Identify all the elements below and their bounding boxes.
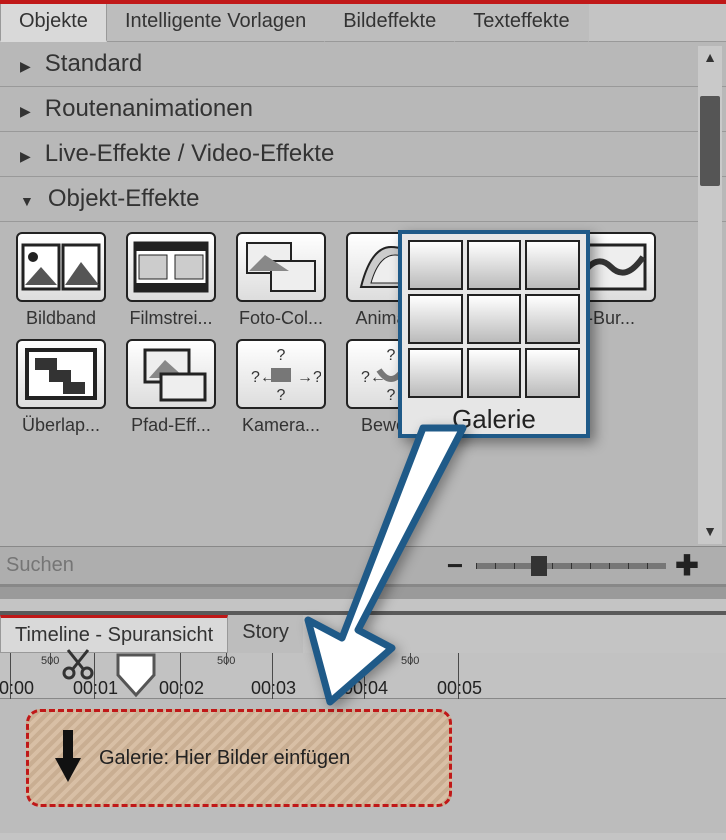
tab-objects[interactable]: Objekte (0, 4, 107, 42)
category-label: Routenanimationen (45, 95, 253, 123)
thumb-icon (16, 339, 106, 409)
tab-templates[interactable]: Intelligente Vorlagen (107, 4, 325, 42)
scroll-down-icon[interactable]: ▼ (698, 520, 722, 544)
svg-text:→?: →? (297, 369, 321, 386)
effect-pfad[interactable]: Pfad-Eff... (124, 339, 218, 436)
svg-text:?: ? (387, 387, 396, 404)
tabbar-spacer (589, 4, 726, 42)
category-label: Standard (45, 50, 142, 78)
effect-filmstreifen[interactable]: Filmstrei... (124, 232, 218, 329)
toolbox-tabbar: Objekte Intelligente Vorlagen Bildeffekt… (0, 0, 726, 42)
ruler-tick-minor: 500 (226, 653, 227, 665)
gallery-callout: Galerie (398, 230, 590, 438)
ruler-tick: 00:02 (180, 653, 181, 699)
dropzone-label: Galerie: Hier Bilder einfügen (99, 747, 350, 770)
thumb-icon (236, 232, 326, 302)
category-standard[interactable]: Standard (0, 42, 726, 87)
effect-label: Foto-Col... (234, 308, 328, 329)
ruler-tick: 00:00 (10, 653, 11, 699)
effects-grid: Bildband Filmstrei... Foto-Col... Animat… (0, 222, 726, 442)
svg-text:?: ? (387, 347, 396, 364)
effect-label: Überlap... (14, 415, 108, 436)
effect-label: Pfad-Eff... (124, 415, 218, 436)
effect-label: Filmstrei... (124, 308, 218, 329)
tab-image-effects[interactable]: Bildeffekte (325, 4, 455, 42)
category-live[interactable]: Live-Effekte / Video-Effekte (0, 132, 726, 177)
category-route[interactable]: Routenanimationen (0, 87, 726, 132)
svg-text:?: ? (277, 347, 286, 364)
ruler-tick: 00:03 (272, 653, 273, 699)
thumb-icon: ??←→?? (236, 339, 326, 409)
collapse-icon (20, 185, 34, 213)
effect-bildband[interactable]: Bildband (14, 232, 108, 329)
effect-ueberlappung[interactable]: Überlap... (14, 339, 108, 436)
category-object-effects[interactable]: Objekt-Effekte (0, 177, 726, 222)
tab-text-effects[interactable]: Texteffekte (455, 4, 588, 42)
zoom-in-icon[interactable]: ✚ (672, 549, 702, 582)
thumb-icon (126, 232, 216, 302)
effect-foto-collage[interactable]: Foto-Col... (234, 232, 328, 329)
gallery-dropzone[interactable]: Galerie: Hier Bilder einfügen (26, 709, 452, 807)
expand-icon (20, 140, 31, 168)
expand-icon (20, 50, 31, 78)
ruler-tick-minor: 500 (50, 653, 51, 665)
scroll-up-icon[interactable]: ▲ (698, 46, 722, 70)
scrollbar[interactable]: ▲ ▼ (698, 46, 722, 544)
scissors-icon[interactable] (60, 646, 96, 687)
insert-arrow-icon (53, 728, 83, 789)
thumb-icon (126, 339, 216, 409)
zoom-slider[interactable] (476, 563, 666, 569)
tab-timeline-track[interactable]: Timeline - Spuransicht (0, 615, 228, 653)
category-label: Live-Effekte / Video-Effekte (45, 140, 335, 168)
effect-label: Bildband (14, 308, 108, 329)
category-label: Objekt-Effekte (48, 185, 200, 213)
zoom-handle[interactable] (531, 556, 547, 576)
gallery-grid-icon (408, 240, 580, 398)
thumb-icon (16, 232, 106, 302)
callout-arrow-icon (288, 420, 468, 715)
playhead[interactable] (116, 653, 156, 699)
scroll-thumb[interactable] (700, 96, 720, 186)
svg-text:?: ? (277, 387, 286, 404)
expand-icon (20, 95, 31, 123)
